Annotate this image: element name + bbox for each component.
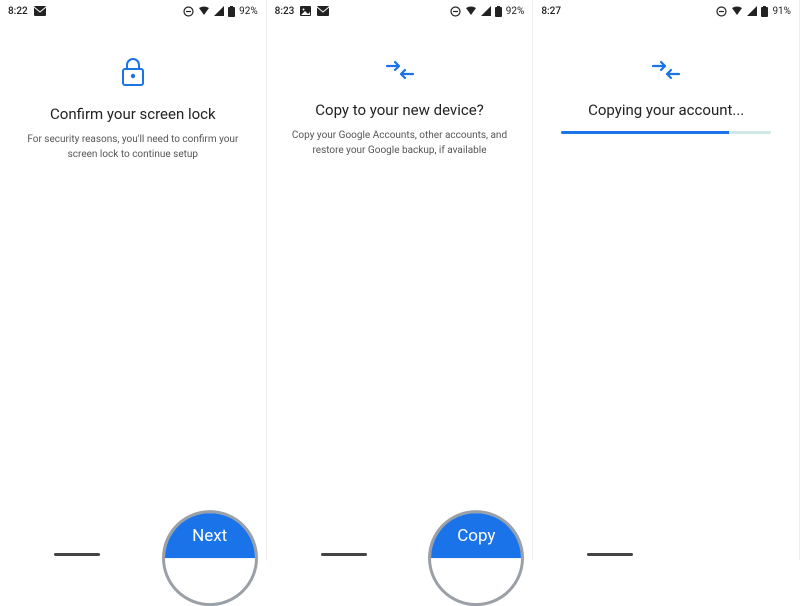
envelope-icon	[317, 6, 329, 16]
status-battery: 91%	[772, 6, 791, 17]
arrows-icon	[651, 57, 681, 87]
dnd-icon	[183, 6, 194, 17]
page-title: Copying your account...	[588, 101, 744, 119]
page-title: Confirm your screen lock	[50, 105, 216, 123]
nav-handle[interactable]	[54, 553, 100, 556]
signal-icon	[481, 6, 491, 16]
highlight-circle: Copy	[428, 510, 524, 606]
copy-button[interactable]: Copy	[431, 513, 521, 558]
status-time: 8:23	[275, 6, 295, 17]
status-time: 8:27	[541, 6, 561, 17]
screen-copying: 8:27 91% Copying your account...	[533, 0, 800, 560]
dnd-icon	[716, 6, 727, 17]
progress-fill	[561, 131, 729, 134]
dnd-icon	[450, 6, 461, 17]
status-bar: 8:27 91%	[533, 0, 799, 22]
page-title: Copy to your new device?	[315, 101, 484, 119]
page-subtitle: Copy your Google Accounts, other account…	[291, 129, 509, 158]
battery-icon	[495, 6, 502, 17]
envelope-icon	[34, 6, 46, 16]
page-subtitle: For security reasons, you'll need to con…	[24, 133, 242, 162]
signal-icon	[747, 6, 757, 16]
progress-bar	[561, 131, 771, 134]
wifi-icon	[465, 6, 477, 16]
status-bar: 8:22 92%	[0, 0, 266, 22]
signal-icon	[214, 6, 224, 16]
next-button[interactable]: Next	[165, 513, 255, 558]
wifi-icon	[198, 6, 210, 16]
screen-copy-device: 8:23 92% Copy to your new device? Copy y…	[267, 0, 534, 560]
battery-icon	[228, 6, 235, 17]
arrows-icon	[385, 57, 415, 87]
status-battery: 92%	[239, 6, 258, 17]
content-area: Confirm your screen lock For security re…	[0, 22, 266, 560]
content-area: Copying your account...	[533, 22, 799, 560]
nav-handle[interactable]	[321, 553, 367, 556]
content-area: Copy to your new device? Copy your Googl…	[267, 22, 533, 560]
status-bar: 8:23 92%	[267, 0, 533, 22]
image-icon	[300, 6, 311, 16]
highlight-circle: Next	[162, 510, 258, 606]
battery-icon	[761, 6, 768, 17]
screen-confirm-lock: 8:22 92% Confirm your screen lock For se…	[0, 0, 267, 560]
nav-handle[interactable]	[587, 553, 633, 556]
lock-icon	[120, 57, 146, 91]
status-battery: 92%	[506, 6, 525, 17]
status-time: 8:22	[8, 6, 28, 17]
wifi-icon	[731, 6, 743, 16]
